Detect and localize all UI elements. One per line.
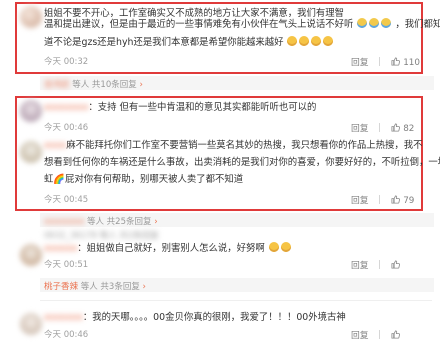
comment-line: ，我们都知 — [395, 19, 440, 30]
reply-nick[interactable]: xxxxxxxx — [44, 217, 84, 227]
crying-emoji-icon — [381, 18, 392, 28]
reply-button[interactable]: 回复 — [351, 328, 369, 341]
face-emoji-icon — [280, 242, 291, 252]
divider — [379, 195, 381, 204]
comment-time: 今天 00:46 — [44, 330, 89, 340]
crying-emoji-icon — [369, 18, 380, 28]
divider — [379, 57, 381, 66]
reply-count: 等人 共10条回复 — [72, 80, 137, 90]
comment-time: 今天 00:32 — [44, 57, 89, 67]
expand-arrow-icon[interactable]: › — [139, 80, 142, 90]
comment-text: 温和提出建议，但是由于最近的一些事情难免有小伙伴在气头上说话不好听 ，我们都知 — [44, 15, 440, 34]
avatar[interactable] — [20, 244, 42, 266]
comment-time: 今天 00:45 — [44, 195, 89, 205]
reply-button[interactable]: 回复 — [351, 55, 369, 68]
thumbs-up-icon[interactable] — [391, 195, 401, 204]
like-count: 79 — [403, 196, 415, 206]
divider — [379, 260, 381, 269]
reply-button[interactable]: 回复 — [351, 121, 369, 134]
reply-nick[interactable]: 桃子香辣 — [44, 282, 78, 292]
thumbs-up-icon[interactable] — [391, 260, 401, 269]
username[interactable]: xxxx — [44, 140, 66, 151]
avatar[interactable] — [20, 6, 42, 28]
reply-button[interactable]: 回复 — [351, 193, 369, 206]
smile-emoji-icon — [323, 36, 334, 46]
expand-arrow-icon[interactable]: › — [143, 282, 146, 292]
username[interactable]: xxxxxxxx — [44, 102, 88, 113]
comment-text: 虹🌈屁对你有何帮助，别哪天被人卖了都不知道 — [44, 170, 243, 189]
reply-nick[interactable]: 吉鸿还 — [44, 80, 70, 90]
divider — [40, 300, 432, 301]
comment-text: 道不论是gzs还是hyh还是我们本意都是希望你能越来越好 — [44, 33, 334, 52]
reply-summary[interactable]: 吉鸿还 等人 共10条回复 › — [44, 78, 143, 90]
comment-line: ：姐姐做自己就好，别害别人怎么说，好努啊 — [77, 243, 265, 254]
expand-arrow-icon[interactable]: › — [154, 217, 157, 227]
reply-count: 等人 共25条回复 — [86, 217, 152, 227]
comment-actions: 回复 79 — [351, 193, 414, 206]
comment-actions: 回复 — [351, 258, 403, 271]
reply-button[interactable]: 回复 — [351, 258, 369, 271]
thumbs-up-icon[interactable] — [391, 57, 401, 66]
comment-text: xxxxxxxx：支持 但有一些中肯温和的意见其实都能听听也可以的 — [44, 98, 316, 117]
thumbs-up-icon[interactable] — [391, 123, 401, 132]
thumbs-up-icon[interactable] — [391, 330, 401, 339]
reply-count: 等人 共3条回复 — [80, 282, 140, 292]
comment-text: xxxxxxx：我的天哪。。。。00金贝你真的很刚，我爱了！！！00外境古神 — [44, 308, 346, 327]
comment-text: xxxxxx：姐姐做自己就好，别害别人怎么说，好努啊 — [44, 239, 292, 258]
comment-line: 虹🌈屁对你有何帮助，别哪天被人卖了都不知道 — [44, 174, 244, 185]
comment-time: 今天 00:46 — [44, 123, 89, 133]
comment-line: ：支持 但有一些中肯温和的意见其实都能听听也可以的 — [88, 102, 317, 113]
avatar[interactable] — [20, 100, 42, 122]
comment-actions: 回复 82 — [351, 121, 414, 134]
smile-emoji-icon — [311, 36, 322, 46]
username[interactable]: xxxxxxx — [44, 312, 83, 323]
avatar[interactable] — [20, 313, 42, 335]
reply-summary[interactable]: 桃子香辣 等人 共3条回复 › — [44, 280, 146, 292]
comment-line: 道不论是gzs还是hyh还是我们本意都是希望你能越来越好 — [44, 37, 284, 48]
like-count: 110 — [403, 58, 420, 68]
avatar[interactable] — [20, 141, 42, 163]
comment-line: ：我的天哪。。。。00金贝你真的很刚，我爱了！！！00外境古神 — [82, 312, 346, 323]
divider — [379, 123, 381, 132]
crying-emoji-icon — [357, 18, 368, 28]
comment-actions: 回复 — [351, 328, 403, 341]
reply-summary[interactable]: xxxxxxxx 等人 共25条回复 › — [44, 215, 158, 227]
smile-emoji-icon — [287, 36, 298, 46]
comment-line: 温和提出建议，但是由于最近的一些事情难免有小伙伴在气头上说话不好听 — [44, 19, 354, 30]
like-count: 82 — [403, 124, 415, 134]
comment-actions: 回复 110 — [351, 55, 420, 68]
smile-emoji-icon — [299, 36, 310, 46]
divider — [379, 330, 381, 339]
face-emoji-icon — [268, 242, 279, 252]
comment-time: 今天 00:51 — [44, 260, 89, 270]
comment-line: 想看到任何你的车祸还是什么事故，出卖消耗的是我们对你的喜爱，你要好好的，不听拉倒… — [44, 157, 440, 168]
username[interactable]: xxxxxx — [44, 243, 77, 254]
comment-line: 麻不能拜托你们工作室不要营销一些莫名其妙的热搜，我只想看你的作品上热搜，我不 — [66, 140, 423, 151]
